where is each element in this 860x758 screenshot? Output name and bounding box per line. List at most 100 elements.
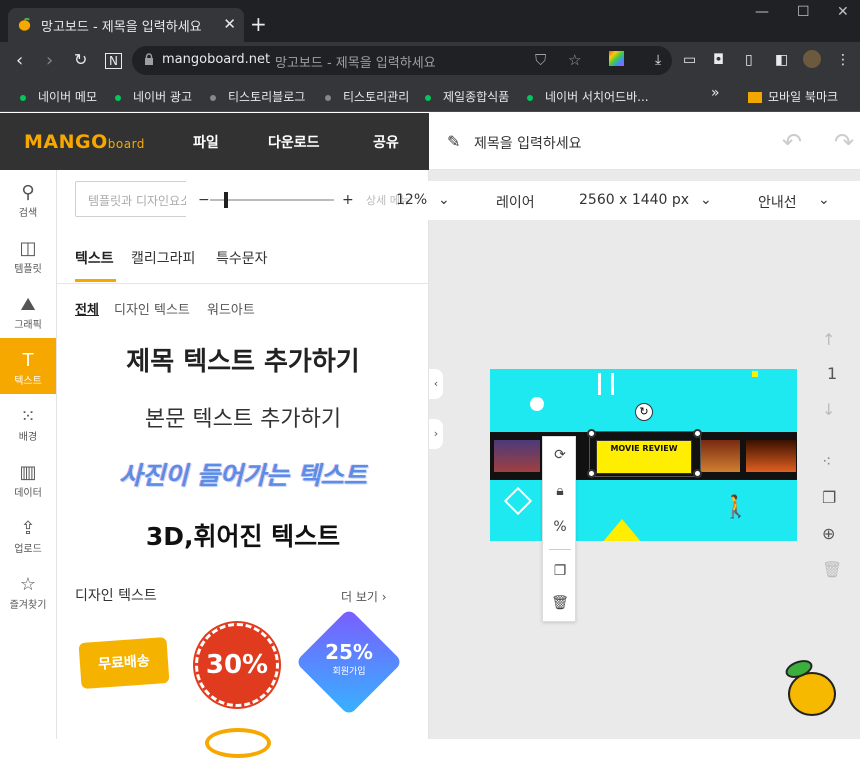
guide-button[interactable]: 안내선 (758, 192, 797, 212)
mango-favicon-icon (18, 17, 31, 31)
copy-page-icon[interactable]: ❐ (822, 488, 836, 507)
zoom-out-button[interactable]: − (198, 192, 210, 208)
mangoboard-logo[interactable]: MANGOboard (24, 131, 145, 153)
zoom-level[interactable]: 12% (396, 192, 427, 208)
color-extension-icon[interactable] (609, 51, 624, 66)
undo-icon[interactable]: ↶ (782, 128, 802, 156)
thirty-percent-sticker[interactable]: 30% (193, 621, 281, 709)
resize-handle[interactable] (693, 469, 702, 478)
reader-icon[interactable]: ▯ (745, 52, 753, 68)
resize-handle[interactable] (587, 429, 596, 438)
delete-page-icon[interactable]: 🗑︎ (822, 560, 842, 579)
star-icon: ☆ (19, 574, 37, 595)
subtab-design-text[interactable]: 디자인 텍스트 (114, 299, 190, 318)
shield-icon[interactable]: ⛉ (535, 51, 546, 69)
reload-icon[interactable]: ↻ (74, 50, 87, 69)
duplicate-icon[interactable]: ❐ (543, 563, 577, 579)
menu-file[interactable]: 파일 (193, 132, 219, 152)
canvas-size[interactable]: 2560 x 1440 px (579, 192, 689, 208)
subtab-all[interactable]: 전체 (75, 299, 99, 318)
decor-lines (598, 373, 614, 395)
redo-icon[interactable]: ↷ (834, 128, 854, 156)
add-title-text[interactable]: 제목 텍스트 추가하기 (57, 341, 429, 378)
bookmark-item[interactable]: 제일종합식품 (425, 88, 509, 105)
page-up-icon[interactable]: ↑ (822, 330, 835, 349)
sidebar-icon[interactable]: ◧ (775, 52, 788, 68)
chevron-down-icon[interactable]: ⌄ (818, 192, 830, 208)
rotate-handle-icon[interactable]: ↻ (635, 403, 653, 421)
partial-sticker[interactable] (205, 728, 271, 758)
address-bar[interactable]: mangoboard.net 망고보드 - 제목을 입력하세요 ⛉ ☆ (132, 46, 672, 75)
camera-icon[interactable]: ◘ (713, 52, 724, 68)
sticker-label: 25% 회원가입 (325, 640, 373, 677)
bookmark-star-icon[interactable]: ☆ (568, 51, 581, 69)
text-icon: T (22, 350, 34, 371)
bookmark-item[interactable]: 네이버 광고 (115, 88, 192, 105)
add-photo-text[interactable]: 사진이 들어가는 텍스트 (57, 456, 429, 492)
free-shipping-sticker[interactable]: 무료배송 (78, 636, 170, 690)
tab-special-chars[interactable]: 특수문자 (216, 248, 268, 268)
bookmarks-overflow-icon[interactable]: » (711, 85, 720, 101)
collapse-panel-button[interactable]: ‹ (429, 369, 443, 399)
add-3d-curved-text[interactable]: 3D,휘어진 텍스트 (57, 517, 429, 553)
chevron-down-icon[interactable]: ⌄ (700, 192, 712, 208)
rail-background[interactable]: ⁙ 배경 (0, 394, 56, 450)
zoom-in-button[interactable]: + (342, 192, 354, 208)
download-icon[interactable]: ⤓ (655, 52, 661, 68)
video-icon[interactable]: ▭ (683, 52, 696, 68)
menu-download[interactable]: 다운로드 (268, 132, 320, 152)
movie-still-image (494, 440, 540, 472)
movie-still-image (700, 440, 740, 472)
selection-box[interactable] (589, 431, 701, 477)
resize-handle[interactable] (587, 469, 596, 478)
document-title[interactable]: 제목을 입력하세요 (474, 133, 582, 153)
url-page-title: 망고보드 - 제목을 입력하세요 (275, 56, 436, 71)
more-options-icon[interactable]: ⋮ (836, 52, 850, 68)
rail-text[interactable]: T 텍스트 (0, 338, 56, 394)
bookmark-item[interactable]: 네이버 서치어드바... (527, 88, 649, 105)
notion-extension-icon[interactable]: N (105, 53, 122, 69)
page-down-icon[interactable]: ↓ (822, 400, 835, 419)
subtab-wordart[interactable]: 워드아트 (207, 299, 255, 318)
expand-panel-button[interactable]: › (429, 419, 443, 449)
rail-upload[interactable]: ⇪ 업로드 (0, 506, 56, 562)
add-page-icon[interactable]: ⊕ (822, 524, 835, 543)
rotate-icon[interactable]: ⟳ (543, 447, 577, 463)
bar-chart-icon: ▥ (19, 462, 37, 483)
rail-data[interactable]: ▥ 데이터 (0, 450, 56, 506)
maximize-window-button[interactable]: ☐ (797, 4, 810, 20)
add-body-text[interactable]: 본문 텍스트 추가하기 (57, 401, 429, 433)
bookmark-item[interactable]: 네이버 메모 (20, 88, 97, 105)
rail-graphic[interactable]: ⛰ 그래픽 (0, 282, 56, 338)
zoom-slider-thumb[interactable] (224, 192, 228, 208)
rail-favorites[interactable]: ☆ 즐겨찾기 (0, 562, 56, 618)
minimize-window-button[interactable]: — (755, 4, 769, 20)
new-tab-button[interactable]: + (250, 12, 267, 36)
active-tab-indicator (75, 279, 116, 282)
resize-handle[interactable] (693, 429, 702, 438)
layer-button[interactable]: 레이어 (496, 192, 535, 212)
transparency-icon[interactable]: % (543, 519, 577, 535)
lock-element-icon[interactable]: 🔒︎ (543, 483, 577, 499)
bookmark-item[interactable]: 티스토리블로그 (210, 88, 305, 105)
tab-text[interactable]: 텍스트 (75, 248, 114, 268)
browser-tab[interactable]: 망고보드 - 제목을 입력하세요 ✕ (8, 8, 244, 42)
profile-avatar[interactable] (803, 50, 821, 68)
rail-template[interactable]: ◫ 템플릿 (0, 226, 56, 282)
mobile-bookmarks-folder[interactable]: 모바일 북마크 (748, 88, 838, 105)
rail-search[interactable]: ⚲ 검색 (0, 170, 56, 226)
chevron-right-icon: › (381, 590, 387, 604)
menu-share[interactable]: 공유 (373, 132, 399, 152)
more-link[interactable]: 더 보기 › (341, 588, 387, 605)
mango-mascot-icon[interactable] (788, 672, 836, 716)
chevron-down-icon[interactable]: ⌄ (438, 192, 450, 208)
delete-icon[interactable]: 🗑︎ (543, 595, 577, 611)
close-tab-icon[interactable]: ✕ (223, 15, 236, 33)
forward-icon[interactable]: › (46, 50, 53, 71)
back-icon[interactable]: ‹ (16, 50, 23, 71)
color-picker-icon[interactable]: ⁖ (822, 452, 831, 471)
close-window-button[interactable]: ✕ (837, 4, 849, 20)
bookmark-item[interactable]: 티스토리관리 (325, 88, 409, 105)
tab-calligraphy[interactable]: 캘리그라피 (131, 248, 195, 268)
zoom-slider[interactable] (210, 199, 334, 201)
